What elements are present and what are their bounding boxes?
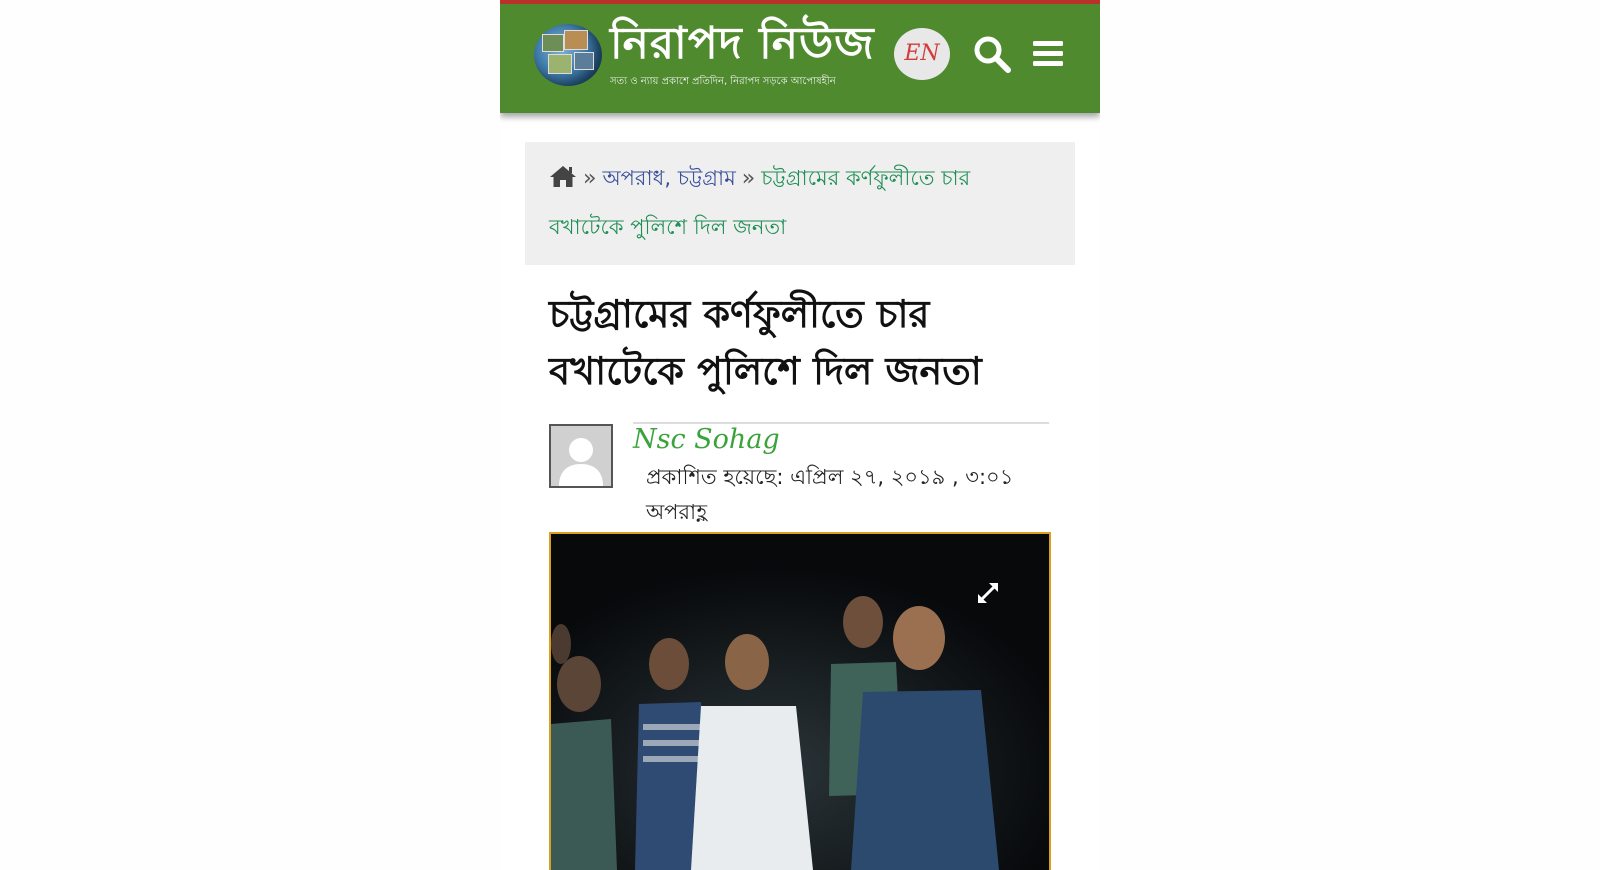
article-title: চট্টগ্রামের কর্ণফুলীতে চার বখাটেকে পুলিশ… (549, 292, 982, 393)
site-tagline: সত্য ও ন্যায় প্রকাশে প্রতিদিন, নিরাপদ স… (610, 76, 836, 87)
logo-photo-tile (574, 52, 594, 70)
breadcrumb-category-chattogram[interactable]: চট্টগ্রাম (678, 166, 736, 190)
globe-logo-icon[interactable] (534, 24, 602, 86)
published-date: প্রকাশিত হয়েছে: এপ্রিল ২৭, ২০১৯ , ৩:০১ … (646, 465, 1014, 524)
language-toggle-button[interactable]: EN (894, 28, 950, 80)
author-avatar[interactable] (549, 424, 613, 488)
breadcrumb-category-separator: , (664, 166, 678, 190)
breadcrumb-category-crime[interactable]: অপরাধ (602, 166, 664, 190)
hamburger-menu-icon[interactable] (1030, 36, 1066, 72)
logo-photo-tile (542, 34, 564, 52)
site-header: নিরাপদ নিউজ সত্য ও ন্যায় প্রকাশে প্রতিদ… (500, 0, 1100, 113)
author-name[interactable]: Nsc Sohag (633, 424, 780, 455)
search-icon[interactable] (972, 34, 1012, 74)
home-icon[interactable] (549, 157, 577, 187)
mobile-page: নিরাপদ নিউজ সত্য ও ন্যায় প্রকাশে প্রতিদ… (500, 0, 1100, 870)
breadcrumb: » অপরাধ, চট্টগ্রাম» চট্টগ্রামের কর্ণফুলীতে… (525, 142, 1075, 265)
site-title[interactable]: নিরাপদ নিউজ (610, 18, 875, 70)
article-photo[interactable] (549, 532, 1051, 870)
breadcrumb-separator: » (583, 166, 597, 191)
logo-photo-tile (548, 54, 572, 74)
logo-photo-tile (564, 30, 588, 50)
expand-icon[interactable] (973, 578, 1003, 608)
breadcrumb-separator: » (741, 166, 756, 191)
